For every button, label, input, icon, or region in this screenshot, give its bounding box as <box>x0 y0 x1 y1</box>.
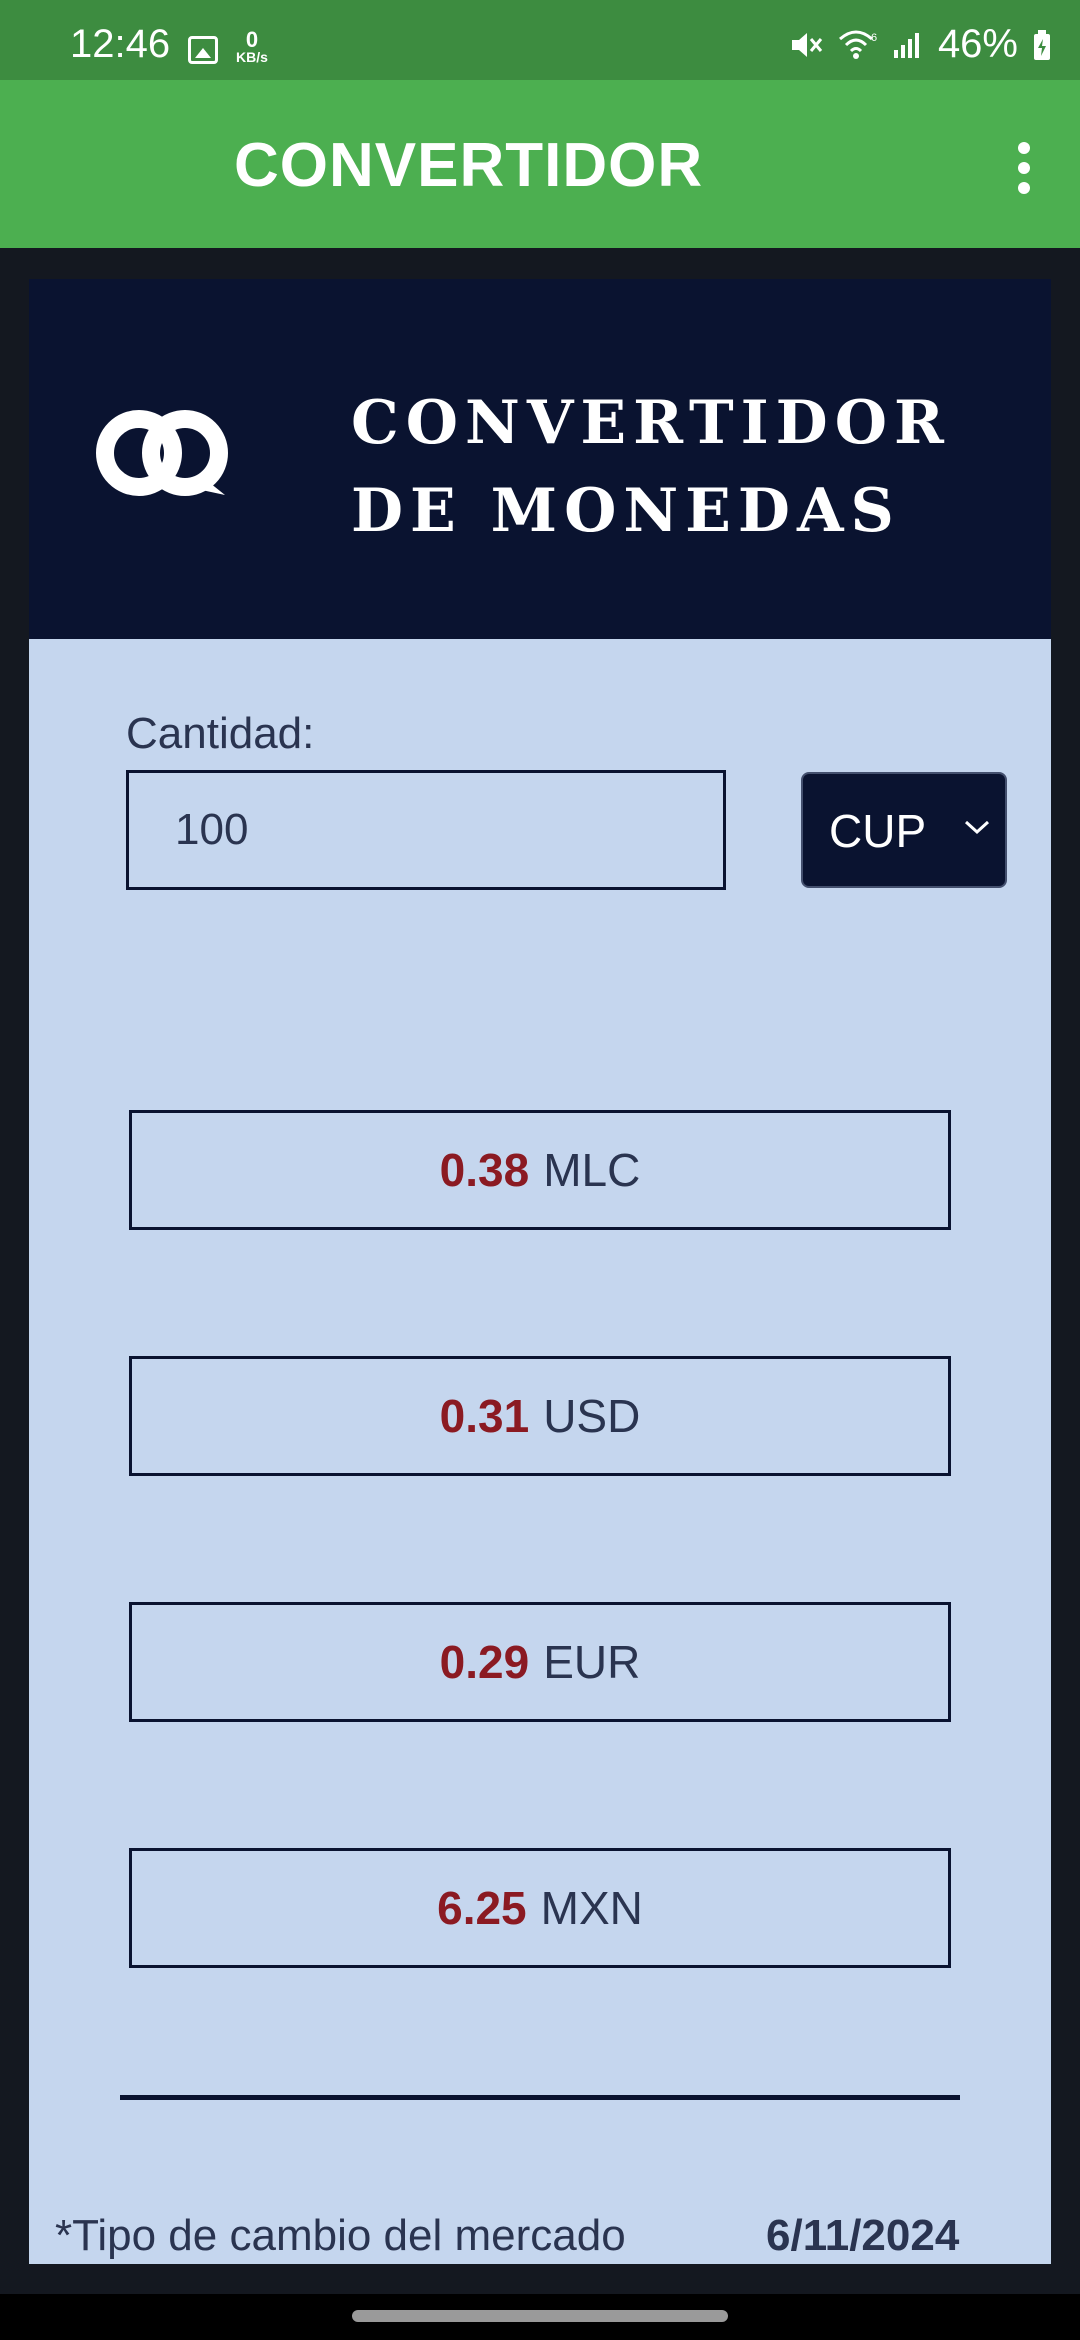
card-title-line2: DE MONEDAS <box>351 476 901 546</box>
status-bar: 12:46 0 KB/s 6 46% <box>0 0 1080 80</box>
result-amount: 0.38 <box>439 1144 530 1196</box>
card-title: CONVERTIDOR DE MONEDAS <box>351 379 951 555</box>
quantity-value: 100 <box>175 805 249 854</box>
network-speed: 0 KB/s <box>232 27 272 65</box>
battery-icon <box>1034 29 1050 60</box>
status-time: 12:46 <box>70 22 171 66</box>
navigation-bar <box>0 2294 1080 2340</box>
result-usd: 0.31 USD <box>129 1356 951 1476</box>
exchange-rate-date: 6/11/2024 <box>766 2211 960 2260</box>
app-title: CONVERTIDOR <box>234 131 704 200</box>
result-mlc: 0.38 MLC <box>129 1110 951 1230</box>
svg-text:6: 6 <box>871 32 877 44</box>
result-currency: MXN <box>540 1882 643 1934</box>
home-gesture-handle[interactable] <box>352 2310 728 2322</box>
result-currency: EUR <box>543 1636 641 1688</box>
quantity-input[interactable]: 100 <box>126 770 726 890</box>
card-header: CONVERTIDOR DE MONEDAS <box>29 279 1051 639</box>
result-amount: 0.29 <box>439 1636 530 1688</box>
exchange-rate-note: *Tipo de cambio del mercado <box>55 2211 626 2260</box>
result-amount: 6.25 <box>437 1882 527 1934</box>
network-speed-value: 0 <box>245 27 259 52</box>
signal-icon <box>893 32 919 58</box>
currency-select[interactable]: CUP <box>801 772 1007 888</box>
network-speed-unit: KB/s <box>236 49 268 65</box>
mute-icon <box>791 32 823 57</box>
wifi-icon: 6 <box>838 30 877 59</box>
result-currency: USD <box>543 1390 641 1442</box>
divider <box>120 2095 960 2100</box>
result-amount: 0.31 <box>439 1390 530 1442</box>
quantity-label: Cantidad: <box>126 709 315 758</box>
battery-percent: 46% <box>937 22 1018 66</box>
card-title-line1: CONVERTIDOR <box>351 388 951 458</box>
currency-selected: CUP <box>829 805 927 857</box>
converter-card: CONVERTIDOR DE MONEDAS Cantidad: 100 CUP… <box>29 279 1051 2264</box>
chevron-down-icon <box>964 820 990 835</box>
result-currency: MLC <box>543 1144 641 1196</box>
app-bar: CONVERTIDOR <box>0 80 1080 248</box>
result-mxn: 6.25 MXN <box>129 1848 951 1968</box>
more-vert-icon[interactable] <box>990 136 1054 200</box>
linked-chat-icon <box>96 410 228 496</box>
gallery-icon <box>188 36 218 64</box>
result-eur: 0.29 EUR <box>129 1602 951 1722</box>
